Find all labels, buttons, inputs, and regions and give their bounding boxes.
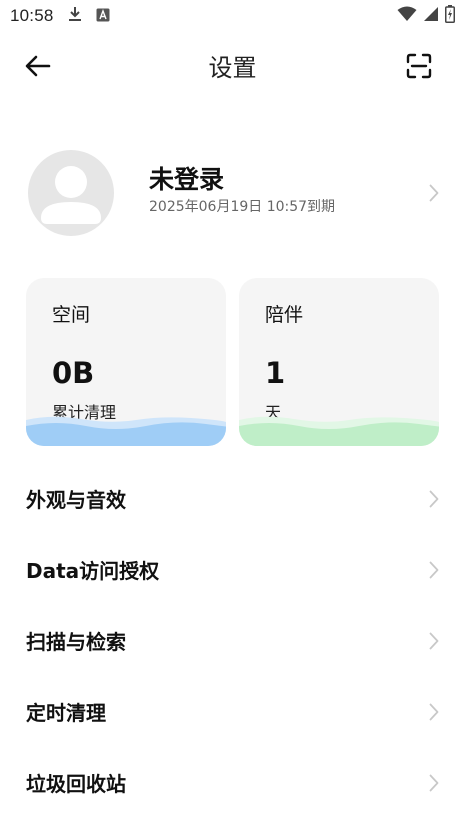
menu-item-appearance-sound[interactable]: 外观与音效: [0, 470, 465, 530]
chevron-right-icon: [429, 184, 439, 206]
space-card-title: 空间: [52, 304, 91, 326]
menu-item-label: 定时清理: [26, 701, 106, 725]
menu-item-scan-search[interactable]: 扫描与检索: [0, 612, 465, 672]
page-title: 设置: [208, 54, 257, 82]
status-bar: 10:58: [0, 0, 465, 32]
profile-name: 未登录: [149, 165, 225, 194]
download-icon: [68, 6, 82, 26]
chevron-right-icon: [429, 490, 439, 512]
space-card-value: 0B: [52, 356, 95, 390]
companion-card-title: 陪伴: [265, 304, 304, 326]
chevron-right-icon: [429, 561, 439, 583]
chevron-right-icon: [429, 774, 439, 796]
battery-icon: [445, 5, 455, 27]
space-card-wave: [26, 416, 226, 446]
menu-item-label: 扫描与检索: [26, 630, 126, 654]
menu-item-label: Data访问授权: [26, 559, 160, 583]
a-badge-icon: [96, 7, 110, 26]
wifi-icon: [397, 6, 417, 26]
menu-item-scheduled-clean[interactable]: 定时清理: [0, 683, 465, 743]
status-icons-right: [397, 5, 455, 27]
companion-card-value: 1: [265, 356, 286, 390]
space-card[interactable]: 空间 0B 累计清理: [26, 278, 226, 446]
chevron-right-icon: [429, 703, 439, 725]
menu-item-label: 垃圾回收站: [26, 772, 126, 796]
scan-button[interactable]: [403, 52, 435, 84]
avatar-icon: [28, 166, 114, 236]
menu-item-recycle-bin[interactable]: 垃圾回收站: [0, 754, 465, 814]
menu-item-data-access[interactable]: Data访问授权: [0, 541, 465, 601]
chevron-right-icon: [429, 632, 439, 654]
menu-item-label: 外观与音效: [26, 488, 126, 512]
profile-expire-date: 2025年06月19日 10:57到期: [149, 199, 336, 215]
status-icons-left: [68, 6, 110, 26]
header: 设置: [0, 44, 465, 90]
avatar: [28, 150, 114, 236]
companion-card[interactable]: 陪伴 1 天: [239, 278, 439, 446]
status-time: 10:58: [10, 6, 54, 25]
signal-icon: [423, 6, 439, 26]
companion-card-wave: [239, 416, 439, 446]
scan-icon: [406, 53, 432, 83]
profile-row[interactable]: 未登录 2025年06月19日 10:57到期: [0, 148, 465, 240]
